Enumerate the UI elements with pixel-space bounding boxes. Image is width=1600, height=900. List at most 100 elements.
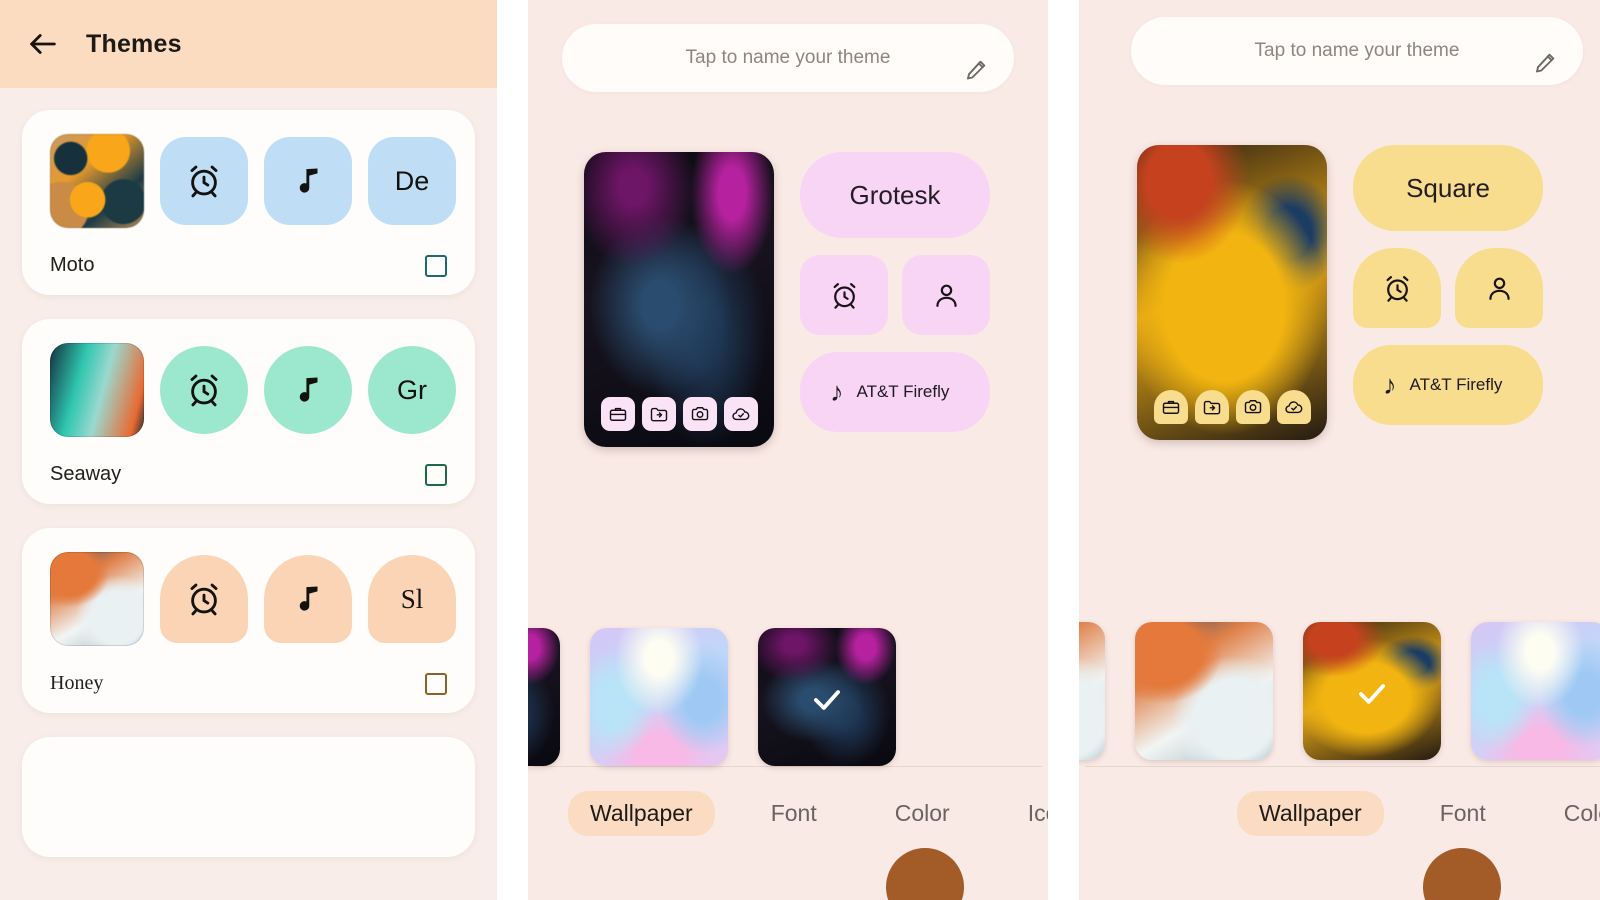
font-preview-pill[interactable]: Square xyxy=(1353,145,1543,231)
wallpaper-strip[interactable] xyxy=(528,628,1048,766)
cloud-done-icon xyxy=(1276,390,1311,424)
font-sample-label: Gr xyxy=(397,374,427,405)
widget-pair xyxy=(1353,248,1543,328)
tab-list: Wallpaper Font Color xyxy=(1079,767,1600,836)
theme-preview-panel-right: Tap to name your theme Square ♪ AT&T Fir… xyxy=(1079,0,1600,900)
briefcase-icon xyxy=(1153,390,1188,424)
theme-name-placeholder: Tap to name your theme xyxy=(1254,40,1460,61)
wallpaper-strip-item[interactable] xyxy=(1471,622,1600,760)
theme-card-moto[interactable]: De Moto xyxy=(22,110,475,295)
wallpaper-strip-item-selected[interactable] xyxy=(758,628,896,766)
theme-name: Moto xyxy=(50,254,95,276)
theme-name: Honey xyxy=(50,672,104,694)
theme-wallpaper-thumbnail[interactable] xyxy=(50,552,144,646)
font-sample-chip: Sl xyxy=(368,555,456,643)
theme-preview-row: Gr xyxy=(50,343,456,437)
font-preview-pill[interactable]: Grotesk xyxy=(800,152,990,238)
wallpaper-strip-item[interactable] xyxy=(590,628,728,766)
alarm-clock-icon xyxy=(160,137,248,225)
theme-preview-body: Grotesk ♪ AT&T Firefly xyxy=(528,92,1048,447)
theme-preview-row: Sl xyxy=(50,552,456,646)
wallpaper-preview[interactable] xyxy=(584,152,774,447)
font-preview-label: Square xyxy=(1406,172,1490,203)
themes-card-list: De Moto Gr Seaway Sl Honey xyxy=(0,88,497,857)
folder-add-icon xyxy=(641,397,676,431)
tab-wallpaper[interactable]: Wallpaper xyxy=(568,791,715,836)
dock xyxy=(1144,390,1320,424)
check-icon xyxy=(814,689,840,710)
tab-bar: Wallpaper Font Color Icon xyxy=(528,766,1048,900)
camera-icon xyxy=(1235,390,1270,424)
wallpaper-strip-item[interactable] xyxy=(528,628,560,766)
tab-font[interactable]: Font xyxy=(749,791,839,836)
music-note-icon xyxy=(264,555,352,643)
music-widget-label: AT&T Firefly xyxy=(856,382,950,401)
alarm-clock-icon xyxy=(1353,248,1441,328)
widget-pair xyxy=(800,255,990,335)
apply-fab[interactable] xyxy=(886,848,964,900)
apply-fab[interactable] xyxy=(1423,848,1501,900)
theme-select-checkbox[interactable] xyxy=(425,463,447,486)
camera-icon xyxy=(682,397,717,431)
theme-card-next-partial[interactable] xyxy=(22,737,475,857)
tab-bar: Wallpaper Font Color xyxy=(1079,766,1600,900)
music-widget-label: AT&T Firefly xyxy=(1409,375,1503,394)
theme-preview-body: Square ♪ AT&T Firefly xyxy=(1079,85,1600,440)
music-widget[interactable]: ♪ AT&T Firefly xyxy=(800,352,990,432)
tab-list: Wallpaper Font Color Icon xyxy=(528,767,1048,836)
theme-preview-row: De xyxy=(50,134,456,228)
font-preview-label: Grotesk xyxy=(849,179,941,210)
font-sample-chip: Gr xyxy=(368,346,456,434)
check-icon xyxy=(1359,683,1385,704)
theme-card-honey[interactable]: Sl Honey xyxy=(22,528,475,713)
font-sample-chip: De xyxy=(368,137,456,225)
panel-divider-gap xyxy=(497,0,528,900)
theme-select-checkbox[interactable] xyxy=(425,254,447,277)
theme-wallpaper-thumbnail[interactable] xyxy=(50,343,144,437)
theme-wallpaper-thumbnail[interactable] xyxy=(50,134,144,228)
music-note-icon: ♪ xyxy=(830,376,844,407)
wallpaper-strip-item[interactable] xyxy=(1135,622,1273,760)
music-note-icon: ♪ xyxy=(1383,369,1397,400)
wallpaper-preview[interactable] xyxy=(1137,145,1327,440)
folder-add-icon xyxy=(1194,390,1229,424)
briefcase-icon xyxy=(600,397,635,431)
page-title: Themes xyxy=(86,29,182,58)
person-icon xyxy=(1455,248,1543,328)
dock xyxy=(591,397,767,431)
panel-divider-gap xyxy=(1048,0,1079,900)
tab-wallpaper[interactable]: Wallpaper xyxy=(1237,791,1384,836)
font-sample-label: Sl xyxy=(400,583,424,614)
theme-select-checkbox[interactable] xyxy=(425,672,447,695)
wallpaper-strip-item-selected[interactable] xyxy=(1303,622,1441,760)
themes-header: Themes xyxy=(0,0,497,88)
back-arrow-icon[interactable] xyxy=(26,27,60,61)
tab-icon[interactable]: Icon xyxy=(1006,791,1048,836)
wallpaper-strip-item[interactable] xyxy=(1079,622,1105,760)
theme-preview-panel-middle: Tap to name your theme Grotesk ♪ AT&T Fi… xyxy=(528,0,1048,900)
tab-font[interactable]: Font xyxy=(1418,791,1508,836)
theme-meta-row: Moto xyxy=(50,254,447,277)
theme-meta-row: Seaway xyxy=(50,463,447,486)
tab-color[interactable]: Color xyxy=(1542,791,1600,836)
theme-name-input[interactable]: Tap to name your theme xyxy=(1131,17,1583,85)
music-note-icon xyxy=(264,137,352,225)
themes-panel: Themes De Moto Gr Seaway Sl Honey xyxy=(0,0,497,900)
theme-meta-row: Honey xyxy=(50,672,447,695)
cloud-done-icon xyxy=(723,397,758,431)
wallpaper-strip[interactable] xyxy=(1079,622,1600,760)
widget-column: Grotesk ♪ AT&T Firefly xyxy=(800,152,990,447)
tab-color[interactable]: Color xyxy=(873,791,972,836)
font-sample-label: De xyxy=(394,165,430,196)
theme-card-seaway[interactable]: Gr Seaway xyxy=(22,319,475,504)
theme-name-placeholder: Tap to name your theme xyxy=(685,47,891,68)
alarm-clock-icon xyxy=(160,346,248,434)
widget-column: Square ♪ AT&T Firefly xyxy=(1353,145,1543,440)
alarm-clock-icon xyxy=(800,255,888,335)
music-widget[interactable]: ♪ AT&T Firefly xyxy=(1353,345,1543,425)
theme-name: Seaway xyxy=(50,463,122,485)
music-note-icon xyxy=(264,346,352,434)
theme-name-input[interactable]: Tap to name your theme xyxy=(562,24,1014,92)
alarm-clock-icon xyxy=(160,555,248,643)
person-icon xyxy=(902,255,990,335)
